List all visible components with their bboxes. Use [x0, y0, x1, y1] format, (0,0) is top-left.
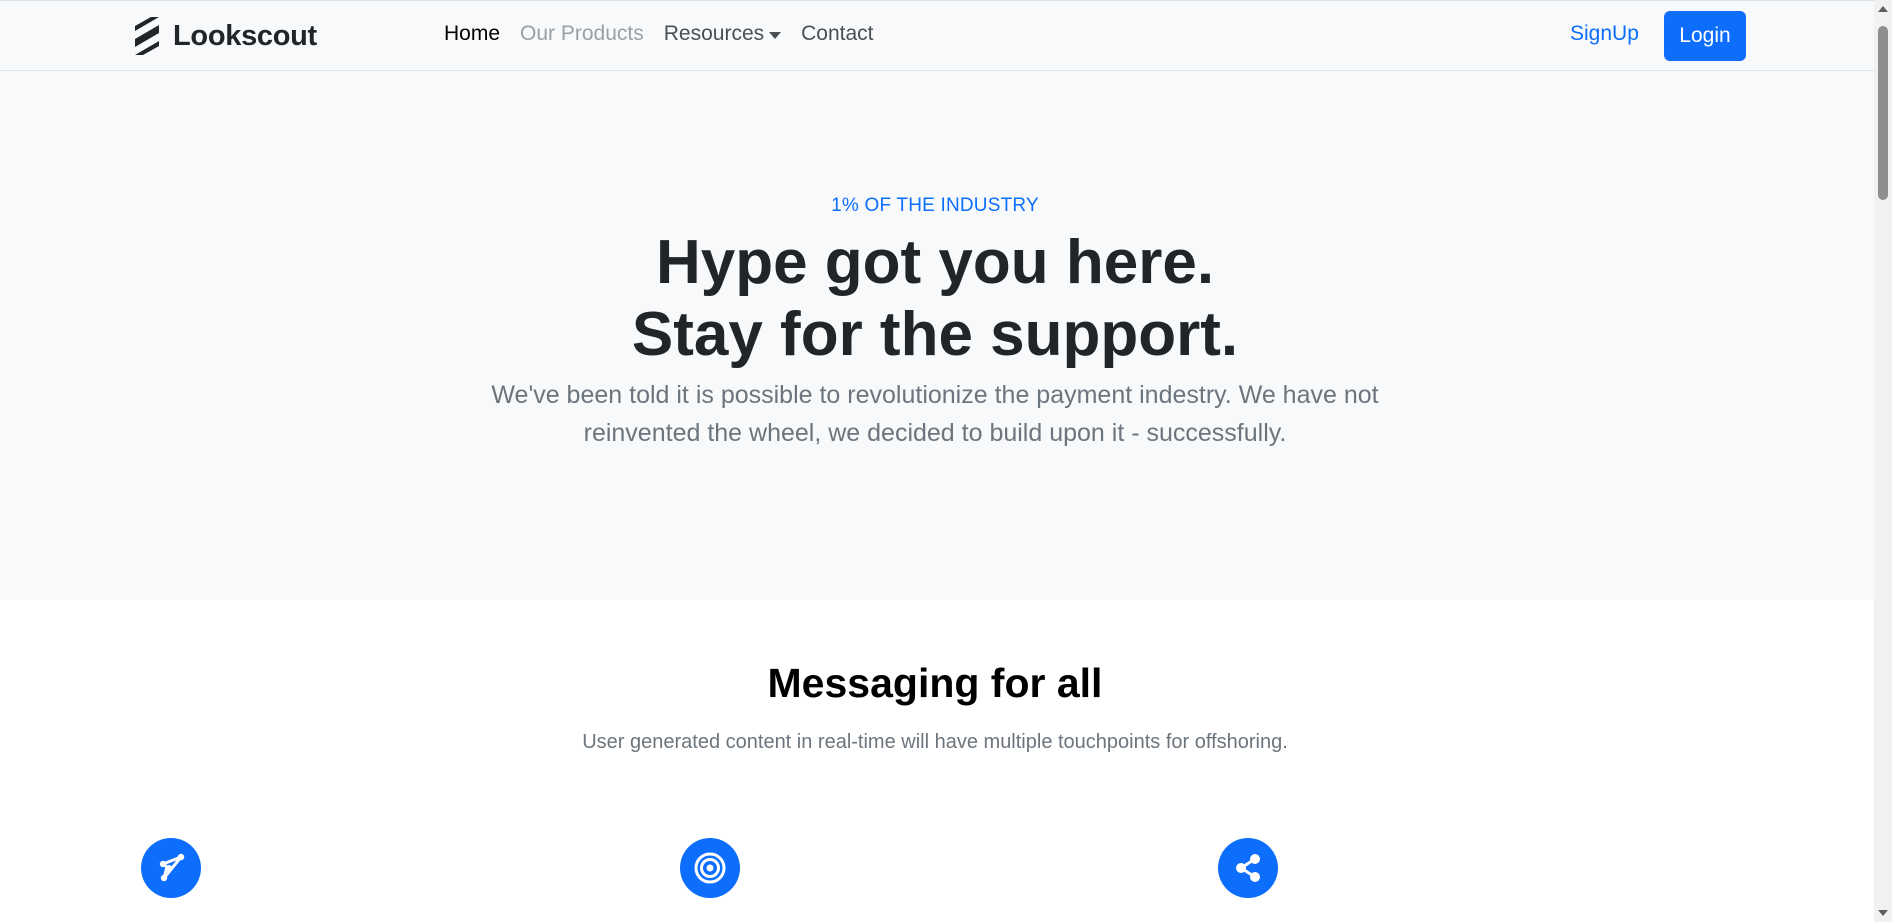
share-icon — [1236, 854, 1260, 882]
signup-link[interactable]: SignUp — [1570, 22, 1639, 46]
nav-home-link[interactable]: Home — [444, 22, 500, 46]
page: Lookscout Home Our Products Resources Co… — [0, 0, 1892, 922]
nav-contact-link[interactable]: Contact — [801, 22, 873, 46]
caret-down-icon — [769, 31, 782, 39]
nav-our-products-link[interactable]: Our Products — [520, 22, 644, 46]
page-scrollbar[interactable] — [1874, 0, 1892, 922]
feature-icon-badge-3 — [1218, 838, 1278, 898]
hero-title-line-2: Stay for the support. — [631, 300, 1239, 369]
brand-name: Lookscout — [173, 19, 317, 52]
scroll-thumb[interactable] — [1878, 26, 1888, 200]
nav-links: Home Our Products Resources Contact — [444, 22, 874, 46]
nav-resources-label: Resources — [663, 22, 765, 45]
brand-logo-icon — [135, 17, 159, 55]
scroll-down-arrow-icon[interactable] — [1878, 910, 1888, 916]
navbar: Lookscout Home Our Products Resources Co… — [0, 0, 1874, 71]
features-title: Messaging for all — [767, 660, 1103, 706]
hero-eyebrow: 1% OF THE INDUSTRY — [831, 195, 1039, 216]
feature-icon-badge-2 — [680, 838, 740, 898]
send-icon — [159, 853, 185, 882]
hero-subtitle: We've been told it is possible to revolu… — [491, 381, 1379, 447]
nav-resources-dropdown[interactable]: Resources — [663, 22, 782, 46]
target-icon — [694, 852, 726, 884]
login-button[interactable]: Login — [1664, 11, 1746, 61]
feature-icon-badge-1 — [141, 838, 201, 898]
brand-link[interactable]: Lookscout — [131, 17, 317, 55]
hero-section: 1% OF THE INDUSTRY Hype got you here. St… — [0, 71, 1874, 600]
hero-title: Hype got you here. Stay for the support. — [0, 227, 1870, 371]
scroll-up-arrow-icon[interactable] — [1878, 6, 1888, 12]
hero-title-line-1: Hype got you here. — [655, 228, 1215, 297]
features-subtitle: User generated content in real-time will… — [582, 731, 1288, 753]
